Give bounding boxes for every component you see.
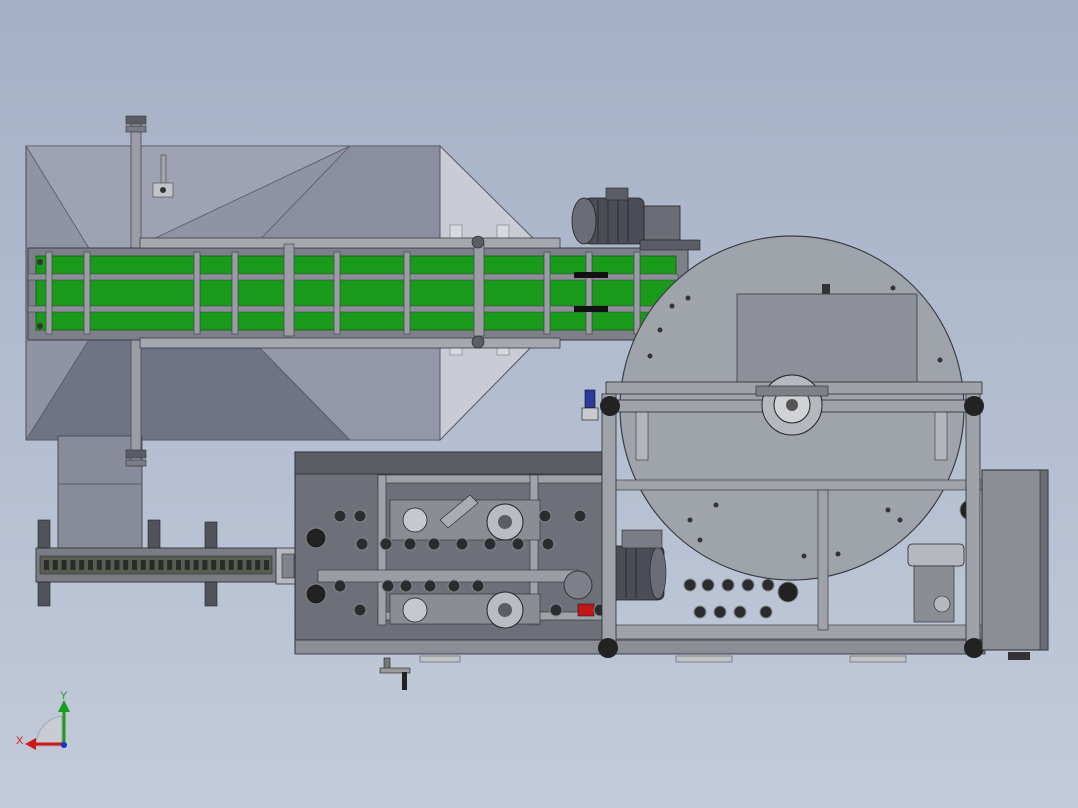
idler-roller <box>471 579 485 593</box>
chain-link <box>193 560 199 570</box>
chain-link <box>149 560 155 570</box>
guide-wheel <box>305 583 327 605</box>
coordinate-triad: Y X <box>16 690 70 750</box>
idler-roller <box>683 578 697 592</box>
chain-link <box>70 560 76 570</box>
chain-link <box>140 560 146 570</box>
chain-link <box>264 560 269 570</box>
cad-viewport[interactable]: Y X <box>0 0 1078 808</box>
idler-roller <box>381 579 395 593</box>
chain-link <box>220 560 225 570</box>
drum-bolt <box>657 327 663 333</box>
idler-roller <box>573 509 587 523</box>
idler-roller <box>741 578 755 592</box>
chain-link <box>52 560 58 570</box>
chain-link <box>255 560 261 570</box>
guide-wheel <box>305 527 327 549</box>
chain-link <box>176 560 181 570</box>
drum-bolt <box>835 551 841 557</box>
idler-roller <box>333 509 347 523</box>
main-belt-conveyor[interactable] <box>27 235 689 349</box>
idler-roller <box>447 579 461 593</box>
idler-roller <box>379 537 393 551</box>
idler-roller <box>541 537 555 551</box>
idler-roller <box>333 579 347 593</box>
drum-bolt <box>937 357 943 363</box>
chain-link <box>184 560 190 570</box>
idler-roller <box>355 537 369 551</box>
idler-roller <box>403 537 417 551</box>
auxiliary-motor[interactable] <box>907 543 965 623</box>
x-axis-arrowhead <box>25 738 36 750</box>
drum-bolt <box>647 353 653 359</box>
idler-roller <box>549 603 563 617</box>
idler-roller <box>701 578 715 592</box>
lower-drive-motor[interactable] <box>607 529 667 601</box>
drum-bolt <box>897 517 903 523</box>
chain-link <box>88 560 93 570</box>
idler-roller <box>483 537 497 551</box>
machine-assembly-drawing[interactable]: Y X <box>0 0 1078 808</box>
electrical-cabinet[interactable] <box>981 469 1049 660</box>
drum-bolt <box>685 295 691 301</box>
guide-wheel <box>777 581 799 603</box>
conveyor-gear-motor[interactable] <box>571 187 701 251</box>
chain-link <box>61 560 67 570</box>
mounting-feet <box>419 655 907 663</box>
chain-link <box>44 560 49 570</box>
chain-link <box>96 560 102 570</box>
idler-roller <box>353 509 367 523</box>
z-axis-indicator <box>61 742 67 748</box>
idler-roller <box>733 605 747 619</box>
adjustment-hand-crank[interactable] <box>379 657 411 690</box>
drum-bolt <box>713 502 719 508</box>
chain-link <box>202 560 208 570</box>
idler-roller <box>427 537 441 551</box>
chain-link <box>211 560 217 570</box>
idler-roller <box>693 605 707 619</box>
chain-link <box>79 560 85 570</box>
idler-roller <box>399 579 413 593</box>
proximity-sensor[interactable] <box>581 389 599 421</box>
y-axis-label: Y <box>60 690 68 702</box>
idler-roller <box>353 603 367 617</box>
idler-roller <box>538 509 552 523</box>
x-axis-label: X <box>16 735 24 747</box>
chain-link <box>246 560 252 570</box>
idler-roller <box>455 537 469 551</box>
chain-link <box>132 560 137 570</box>
drum-bolt <box>697 537 703 543</box>
chain-link <box>228 560 234 570</box>
chain-link <box>167 560 173 570</box>
idler-roller <box>759 605 773 619</box>
idler-roller <box>713 605 727 619</box>
drum-bolt <box>885 507 891 513</box>
drum-bolt <box>669 303 675 309</box>
idler-roller <box>721 578 735 592</box>
chain-link <box>105 560 111 570</box>
chain-link <box>158 560 164 570</box>
chain-link <box>114 560 120 570</box>
idler-roller <box>761 578 775 592</box>
idler-roller <box>423 579 437 593</box>
idler-roller <box>511 537 525 551</box>
drum-bolt <box>801 553 807 559</box>
drum-bolt <box>890 285 896 291</box>
drum-bolt <box>687 517 693 523</box>
chain-link <box>237 560 243 570</box>
chain-link <box>123 560 129 570</box>
